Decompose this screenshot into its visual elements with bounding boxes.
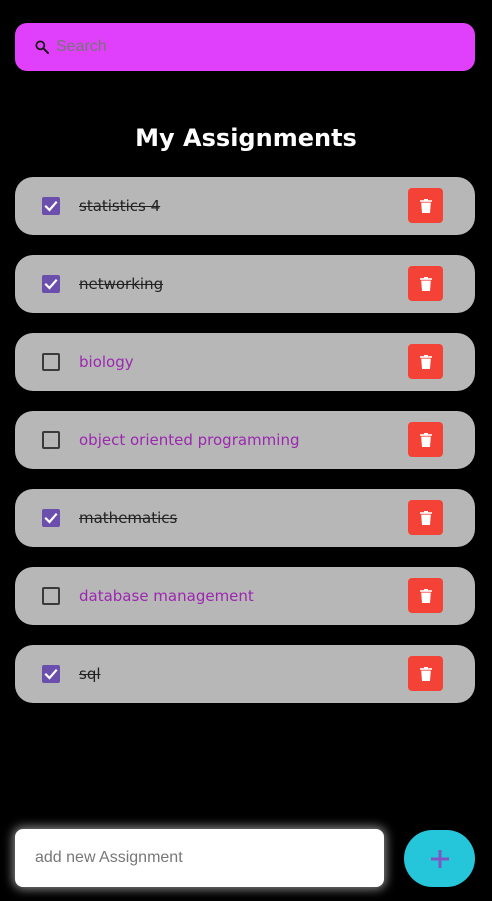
- add-assignment-button[interactable]: [404, 830, 475, 887]
- assignment-label: object oriented programming: [79, 431, 300, 449]
- assignment-label: biology: [79, 353, 134, 371]
- assignment-checkbox[interactable]: [42, 353, 60, 371]
- assignment-item: sql: [15, 645, 475, 703]
- assignment-checkbox[interactable]: [42, 587, 60, 605]
- assignment-item: biology: [15, 333, 475, 391]
- trash-icon: [419, 354, 432, 369]
- page-title: My Assignments: [135, 124, 357, 152]
- new-assignment-field[interactable]: [15, 829, 384, 887]
- trash-icon: [419, 198, 432, 213]
- delete-button[interactable]: [408, 578, 443, 613]
- trash-icon: [419, 276, 432, 291]
- delete-button[interactable]: [408, 500, 443, 535]
- assignment-checkbox[interactable]: [42, 275, 60, 293]
- assignment-item: database management: [15, 567, 475, 625]
- search-input[interactable]: [56, 32, 436, 62]
- search-icon: [34, 39, 50, 55]
- assignment-checkbox[interactable]: [42, 197, 60, 215]
- assignment-item: networking: [15, 255, 475, 313]
- delete-button[interactable]: [408, 422, 443, 457]
- delete-button[interactable]: [408, 266, 443, 301]
- new-assignment-input[interactable]: [35, 849, 365, 867]
- search-bar[interactable]: [15, 23, 475, 71]
- assignment-label: statistics 4: [79, 197, 161, 215]
- trash-icon: [419, 666, 432, 681]
- assignment-checkbox[interactable]: [42, 431, 60, 449]
- plus-icon: [428, 847, 452, 871]
- trash-icon: [419, 432, 432, 447]
- assignment-list: statistics 4 networking biology object orie…: [15, 177, 475, 723]
- assignment-checkbox[interactable]: [42, 665, 60, 683]
- assignment-label: mathematics: [79, 509, 178, 527]
- assignment-label: networking: [79, 275, 164, 293]
- trash-icon: [419, 588, 432, 603]
- assignment-item: mathematics: [15, 489, 475, 547]
- assignment-label: sql: [79, 665, 101, 683]
- assignment-checkbox[interactable]: [42, 509, 60, 527]
- delete-button[interactable]: [408, 656, 443, 691]
- delete-button[interactable]: [408, 344, 443, 379]
- assignment-label: database management: [79, 587, 254, 605]
- delete-button[interactable]: [408, 188, 443, 223]
- trash-icon: [419, 510, 432, 525]
- assignment-item: object oriented programming: [15, 411, 475, 469]
- assignment-item: statistics 4: [15, 177, 475, 235]
